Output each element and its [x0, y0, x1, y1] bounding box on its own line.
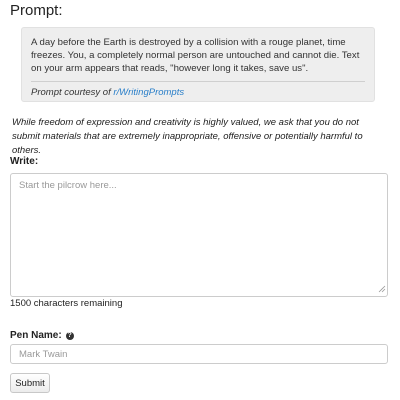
disclaimer-text: While freedom of expression and creativi… [12, 117, 363, 156]
write-label: Write: [10, 156, 39, 167]
prompt-box: A day before the Earth is destroyed by a… [21, 27, 375, 102]
prompt-text: A day before the Earth is destroyed by a… [31, 37, 360, 74]
pen-name-label-row: Pen Name: ? [10, 330, 74, 341]
pen-name-label: Pen Name: [10, 330, 62, 341]
submit-button[interactable]: Submit [10, 373, 50, 393]
prompt-courtesy: Prompt courtesy of r/WritingPrompts [31, 87, 365, 98]
question-circle-icon[interactable]: ? [65, 331, 74, 340]
characters-remaining: 1500 characters remaining [10, 298, 123, 309]
story-textarea[interactable] [10, 173, 388, 297]
prompt-heading: Prompt: [10, 2, 63, 19]
prompt-divider [31, 81, 365, 82]
pen-name-input[interactable] [10, 344, 388, 364]
courtesy-prefix: Prompt courtesy of [31, 87, 114, 98]
writingprompts-link[interactable]: r/WritingPrompts [113, 87, 184, 98]
resize-grip-icon[interactable] [378, 285, 386, 293]
